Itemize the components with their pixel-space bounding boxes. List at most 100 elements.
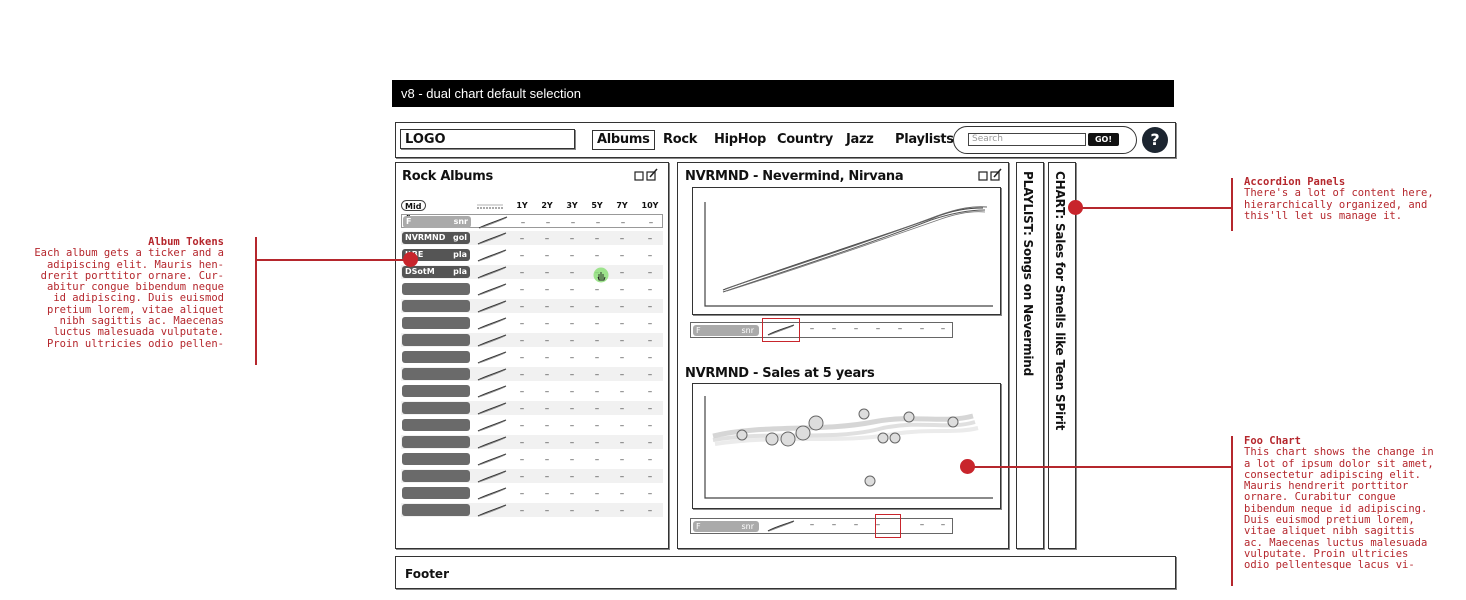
strip-dash[interactable]: – [825, 324, 843, 334]
sales-cell[interactable]: – [613, 387, 631, 397]
sales-cell[interactable]: – [641, 506, 659, 516]
sparkline-icon[interactable] [476, 248, 508, 262]
sales-cell[interactable]: – [538, 251, 556, 261]
sales-cell[interactable]: – [563, 234, 581, 244]
sales-cell[interactable]: – [538, 404, 556, 414]
sales-cell[interactable]: – [614, 218, 632, 228]
album-row[interactable]: NVRMND gol – – – – – – [401, 231, 663, 245]
sales-cell[interactable]: – [588, 421, 606, 431]
sales-cell[interactable]: – [563, 421, 581, 431]
col-header-1y[interactable]: 1Y [513, 201, 531, 210]
sales-cell[interactable]: – [613, 438, 631, 448]
scatter-chart[interactable] [692, 383, 1001, 509]
album-token[interactable] [402, 419, 470, 431]
sales-cell[interactable]: – [513, 234, 531, 244]
sales-cell[interactable]: – [641, 404, 659, 414]
sales-cell[interactable]: – [563, 370, 581, 380]
sales-cell[interactable]: – [613, 268, 631, 278]
sales-cell[interactable]: – [538, 302, 556, 312]
strip-dash[interactable]: – [869, 324, 887, 334]
sparkline-icon[interactable] [476, 316, 508, 330]
sales-cell[interactable]: – [538, 421, 556, 431]
sales-cell[interactable]: – [514, 218, 532, 228]
sales-cell[interactable]: – [538, 472, 556, 482]
sales-cell[interactable]: – [513, 285, 531, 295]
album-token[interactable] [402, 317, 470, 329]
sales-cell[interactable]: – [538, 268, 556, 278]
expand-edit-icon[interactable] [634, 168, 660, 182]
sales-cell[interactable]: – [588, 472, 606, 482]
sales-cell[interactable]: – [538, 489, 556, 499]
sales-cell[interactable]: – [538, 353, 556, 363]
sales-cell[interactable]: – [563, 336, 581, 346]
sparkline-icon[interactable] [476, 401, 508, 415]
go-button[interactable]: GO! [1088, 133, 1119, 146]
album-row[interactable]: – – – – – – [401, 435, 663, 449]
sales-cell[interactable]: – [641, 336, 659, 346]
sales-cell[interactable]: – [588, 251, 606, 261]
strip-dash[interactable]: – [825, 520, 843, 530]
strip-dash[interactable]: – [803, 520, 821, 530]
album-token[interactable] [402, 283, 470, 295]
album-row[interactable]: – – – – – – [401, 333, 663, 347]
accordion-panel-chart[interactable]: CHART: Sales for Smells like Teen SPirit [1048, 162, 1076, 549]
sales-cell[interactable]: – [563, 506, 581, 516]
sales-cell[interactable]: – [641, 489, 659, 499]
album-row[interactable]: – – – – – – [401, 401, 663, 415]
sales-cell[interactable]: – [588, 438, 606, 448]
sales-cell[interactable]: – [513, 506, 531, 516]
sales-cell[interactable]: – [513, 489, 531, 499]
sales-cell[interactable]: – [513, 472, 531, 482]
sales-cell[interactable]: – [613, 234, 631, 244]
album-row[interactable]: Fsnr – – – – – – [401, 214, 663, 229]
sales-cell[interactable]: – [613, 472, 631, 482]
album-token[interactable] [402, 300, 470, 312]
sales-cell[interactable]: – [613, 421, 631, 431]
album-row[interactable]: – – – – – – [401, 384, 663, 398]
sparkline-icon[interactable] [476, 503, 508, 517]
album-row[interactable]: – – – – – – [401, 418, 663, 432]
sales-cell[interactable]: – [538, 370, 556, 380]
sales-cell[interactable]: – [538, 438, 556, 448]
strip-dash[interactable]: – [913, 520, 931, 530]
sales-cell[interactable]: – [613, 336, 631, 346]
sales-cell[interactable]: – [613, 370, 631, 380]
sales-cell[interactable]: – [613, 353, 631, 363]
sales-cell[interactable]: – [613, 404, 631, 414]
nav-item-playlists[interactable]: Playlists [895, 132, 954, 148]
sales-cell[interactable]: – [513, 268, 531, 278]
sparkline-icon[interactable] [476, 231, 508, 245]
album-row[interactable]: – – – – – – [401, 486, 663, 500]
album-row[interactable]: – – – – – – [401, 282, 663, 296]
sparkline-icon[interactable] [476, 452, 508, 466]
sales-cell[interactable]: – [588, 353, 606, 363]
sales-cell[interactable]: – [613, 506, 631, 516]
sales-cell[interactable]: – [642, 218, 660, 228]
sales-cell[interactable]: – [641, 353, 659, 363]
sparkline-icon[interactable] [476, 350, 508, 364]
sparkline-icon[interactable] [476, 384, 508, 398]
sales-cell[interactable]: – [641, 302, 659, 312]
album-row[interactable]: – – – – – – [401, 469, 663, 483]
strip-token[interactable]: F snr [693, 521, 759, 532]
sales-cell[interactable]: – [613, 489, 631, 499]
sales-cell[interactable]: – [563, 353, 581, 363]
sales-cell[interactable]: – [538, 285, 556, 295]
album-row[interactable]: DSotMpla–––––– [401, 265, 663, 279]
strip-dash[interactable]: – [803, 324, 821, 334]
line-chart[interactable] [692, 187, 1001, 315]
sales-cell[interactable]: – [513, 302, 531, 312]
sparkline-icon[interactable] [476, 486, 508, 500]
album-token[interactable] [402, 334, 470, 346]
sales-cell[interactable]: – [588, 455, 606, 465]
sales-cell[interactable]: – [588, 404, 606, 414]
sales-cell[interactable]: – [563, 302, 581, 312]
sales-cell[interactable]: – [563, 268, 581, 278]
sales-cell[interactable]: – [641, 285, 659, 295]
sales-cell[interactable]: – [588, 285, 606, 295]
sparkline-icon[interactable] [476, 418, 508, 432]
sales-cell[interactable]: – [588, 506, 606, 516]
sales-cell[interactable]: – [588, 370, 606, 380]
sales-cell[interactable]: – [563, 251, 581, 261]
sales-cell[interactable]: – [563, 285, 581, 295]
